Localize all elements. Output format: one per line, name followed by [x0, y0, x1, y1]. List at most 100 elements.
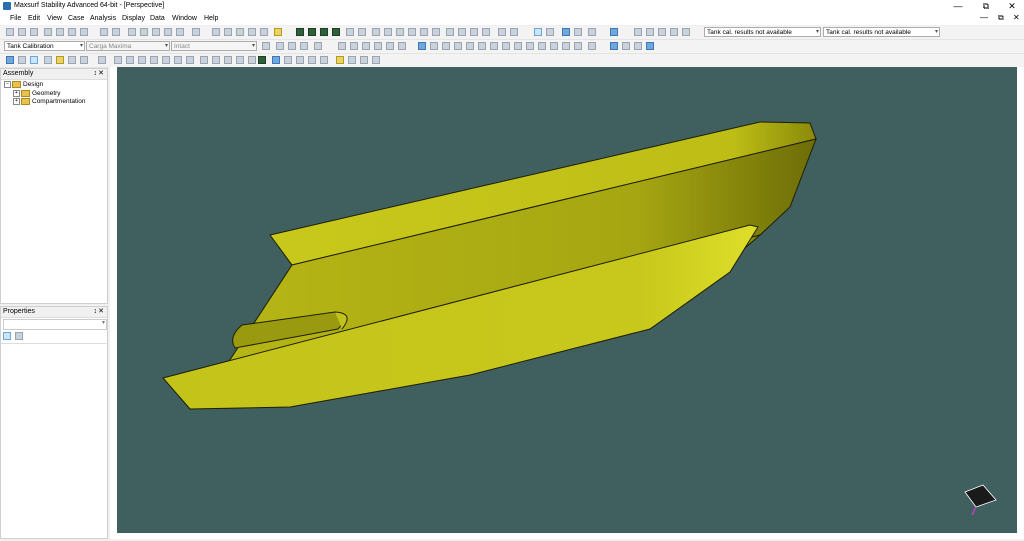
mdi-close-button[interactable]: ✕ [1013, 13, 1020, 22]
ship-5-icon[interactable] [162, 56, 170, 64]
zoom-out-icon[interactable] [224, 28, 232, 36]
ship-8-icon[interactable] [200, 56, 208, 64]
analysis-8-icon[interactable] [432, 28, 440, 36]
deck-1-icon[interactable] [272, 56, 280, 64]
deck-5-icon[interactable] [320, 56, 328, 64]
column-icon[interactable] [140, 28, 148, 36]
font-icon[interactable] [658, 28, 666, 36]
pin-icon[interactable]: ↕ [94, 307, 98, 317]
compartment-14-icon[interactable] [574, 42, 582, 50]
menu-case[interactable]: Case [68, 15, 84, 22]
ship-10-icon[interactable] [224, 56, 232, 64]
mdi-minimize-button[interactable]: — [980, 13, 988, 22]
compartment-4-icon[interactable] [454, 42, 462, 50]
compartment-7-icon[interactable] [490, 42, 498, 50]
view-plan-icon[interactable] [320, 28, 328, 36]
tree-item-compartmentation[interactable]: + Compartmentation [13, 98, 85, 105]
compartment-9-icon[interactable] [514, 42, 522, 50]
pan-icon[interactable] [236, 28, 244, 36]
analysis-3-icon[interactable] [372, 28, 380, 36]
print-icon[interactable] [80, 28, 88, 36]
ship-12-icon[interactable] [248, 56, 256, 64]
light-icon[interactable] [30, 56, 38, 64]
collapse-icon[interactable]: − [4, 81, 11, 88]
layers-icon[interactable] [588, 28, 596, 36]
window-1-icon[interactable] [446, 28, 454, 36]
analysis-4-icon[interactable] [384, 28, 392, 36]
compartment-12-icon[interactable] [550, 42, 558, 50]
ship-9-icon[interactable] [212, 56, 220, 64]
open-icon[interactable] [18, 28, 26, 36]
loadcase-select[interactable]: Carga Maxima ▾ [86, 41, 170, 51]
analysis-1-icon[interactable] [346, 28, 354, 36]
ship-11-icon[interactable] [236, 56, 244, 64]
pin-icon[interactable]: ↕ [94, 69, 98, 79]
damage-case-select[interactable]: Intact ▾ [171, 41, 257, 51]
ship-6-icon[interactable] [174, 56, 182, 64]
solid-shade-icon[interactable] [6, 56, 14, 64]
close-icon[interactable]: ✕ [98, 69, 104, 79]
menu-help[interactable]: Help [204, 15, 218, 22]
pause-icon[interactable] [288, 42, 296, 50]
export-icon[interactable] [646, 42, 654, 50]
window-2-icon[interactable] [458, 28, 466, 36]
compartment-8-icon[interactable] [502, 42, 510, 50]
ship-1-icon[interactable] [114, 56, 122, 64]
view-body-plan-icon[interactable] [296, 28, 304, 36]
start-icon[interactable] [276, 42, 284, 50]
compartment-10-icon[interactable] [526, 42, 534, 50]
deck-2-icon[interactable] [284, 56, 292, 64]
sheet-icon[interactable] [622, 42, 630, 50]
tree-item-design[interactable]: − Design [4, 81, 43, 88]
close-icon[interactable]: ✕ [98, 307, 104, 317]
shape-1-icon[interactable] [338, 42, 346, 50]
stop-icon[interactable] [300, 42, 308, 50]
window-4-icon[interactable] [482, 28, 490, 36]
ship-4-icon[interactable] [150, 56, 158, 64]
coordinate-icon[interactable] [80, 56, 88, 64]
compartment-15-icon[interactable] [588, 42, 596, 50]
tools-icon[interactable] [98, 56, 106, 64]
rotate-icon[interactable] [260, 28, 268, 36]
tank-result-select-1[interactable]: Tank cal. results not available ▾ [704, 27, 821, 37]
menu-window[interactable]: Window [172, 15, 197, 22]
mark-icon[interactable] [634, 42, 642, 50]
sort-icon[interactable] [128, 28, 136, 36]
compartment-1-icon[interactable] [418, 42, 426, 50]
deck-3-icon[interactable] [296, 56, 304, 64]
play-icon[interactable] [258, 56, 266, 64]
ship-7-icon[interactable] [186, 56, 194, 64]
window-3-icon[interactable] [470, 28, 478, 36]
home-view-icon[interactable] [248, 28, 256, 36]
shape-2-icon[interactable] [350, 42, 358, 50]
select-icon[interactable] [274, 28, 282, 36]
properties-object-select[interactable]: ▾ [3, 319, 107, 330]
menu-display[interactable]: Display [122, 15, 145, 22]
compartment-3-icon[interactable] [442, 42, 450, 50]
shape-3-icon[interactable] [362, 42, 370, 50]
list-icon[interactable] [100, 28, 108, 36]
cut-icon[interactable] [44, 28, 52, 36]
calibration-select[interactable]: Tank Calibration ▾ [4, 41, 85, 51]
alphabetical-icon[interactable] [15, 332, 23, 340]
align-icon[interactable] [152, 28, 160, 36]
deck-4-icon[interactable] [308, 56, 316, 64]
compartment-5-icon[interactable] [466, 42, 474, 50]
analysis-5-icon[interactable] [396, 28, 404, 36]
pencil-icon[interactable] [336, 56, 344, 64]
tree-item-geometry[interactable]: + Geometry [13, 90, 61, 97]
menu-analysis[interactable]: Analysis [90, 15, 116, 22]
render-icon[interactable] [546, 28, 554, 36]
mdi-restore-button[interactable]: ⧉ [998, 13, 1004, 23]
analysis-7-icon[interactable] [420, 28, 428, 36]
compartment-2-icon[interactable] [430, 42, 438, 50]
menu-view[interactable]: View [47, 15, 62, 22]
copy-icon[interactable] [56, 28, 64, 36]
shade-icon[interactable] [562, 28, 570, 36]
view-perspective-icon[interactable] [332, 28, 340, 36]
restore-button[interactable]: ⧉ [974, 0, 998, 13]
rows-icon[interactable] [176, 28, 184, 36]
close-button[interactable]: ✕ [1000, 0, 1024, 13]
palette-icon[interactable] [646, 28, 654, 36]
shape-6-icon[interactable] [398, 42, 406, 50]
